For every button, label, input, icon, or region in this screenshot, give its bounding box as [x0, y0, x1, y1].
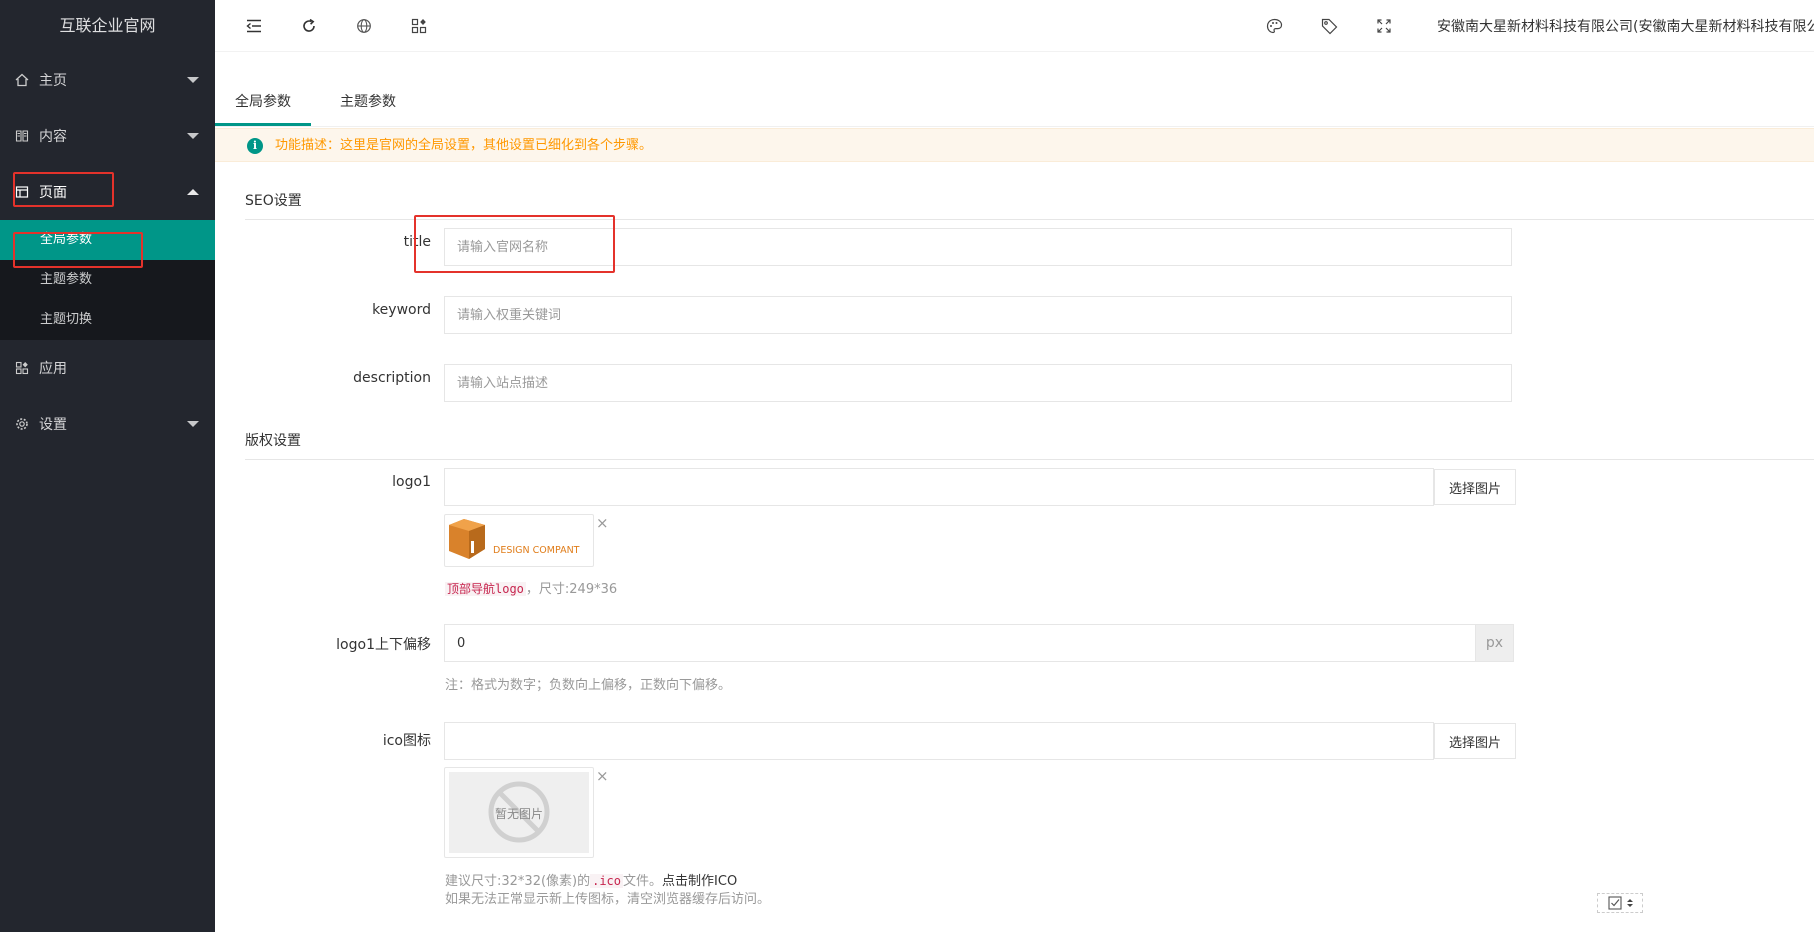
- title-input[interactable]: [444, 228, 1512, 266]
- home-icon: [15, 73, 29, 87]
- make-ico-link[interactable]: 点击制作ICO: [662, 874, 737, 889]
- no-image-placeholder-icon: 暂无图片: [449, 772, 589, 853]
- offset-hint: 注：格式为数字；负数向上偏移，正数向下偏移。: [445, 678, 732, 693]
- logo1-hint: 顶部导航logo ，尺寸:249*36: [445, 578, 617, 597]
- section-title-copyright: 版权设置: [245, 430, 1814, 460]
- company-name[interactable]: 安徽南大星新材料科技有限公司(安徽南大星新材料科技有限公司: [1437, 0, 1814, 52]
- ico-label: ico图标: [382, 733, 431, 749]
- ico-hint-code: .ico: [590, 874, 624, 888]
- sidebar-item-label: 页面: [39, 185, 67, 201]
- tab-global-params[interactable]: 全局参数: [215, 82, 311, 126]
- logo1-hint-size: ，尺寸:249*36: [525, 582, 618, 597]
- sidebar-item-label: 内容: [39, 129, 67, 145]
- refresh-icon[interactable]: [300, 17, 318, 35]
- sidebar-subitem-theme-switch[interactable]: 主题切换: [0, 300, 215, 340]
- palette-icon[interactable]: [1265, 17, 1283, 35]
- sidebar-item-label: 应用: [39, 361, 67, 377]
- globe-icon[interactable]: [355, 17, 373, 35]
- ico-remove-icon[interactable]: ×: [596, 769, 609, 784]
- logo1-preview: DESIGN COMPANT: [444, 514, 594, 567]
- sort-arrows-icon: [1626, 899, 1633, 907]
- notice-bar: i 功能描述：这里是官网的全局设置，其他设置已细化到各个步骤。: [215, 128, 1814, 162]
- logo1-offset-label: logo1上下偏移: [336, 637, 431, 653]
- ico-hint-line2: 如果无法正常显示新上传图标，清空浏览器缓存后访问。: [445, 892, 771, 907]
- chevron-down-icon: [187, 421, 199, 427]
- ico-hint-line1: 建议尺寸:32*32(像素)的 .ico 文件。点击制作ICO: [445, 870, 737, 889]
- logo1-path-input[interactable]: [444, 468, 1434, 506]
- page-icon: [15, 185, 29, 199]
- tab-bar: 全局参数 主题参数: [215, 82, 1814, 127]
- ico-path-input[interactable]: [444, 722, 1434, 760]
- edit-check-icon: [1607, 896, 1622, 910]
- apps-icon: [15, 361, 29, 375]
- svg-text:暂无图片: 暂无图片: [495, 807, 543, 821]
- sidebar-item-label: 设置: [39, 417, 67, 433]
- info-icon: i: [247, 138, 263, 154]
- sidebar-item-label: 主页: [39, 73, 67, 89]
- sidebar: 互联企业官网 主页 内容 页面 全局参数 主题参数 主题切换 应用 设置: [0, 0, 215, 932]
- sidebar-subitem-global-params[interactable]: 全局参数: [0, 220, 215, 260]
- sidebar-item-apps[interactable]: 应用: [0, 340, 215, 396]
- sidebar-item-page[interactable]: 页面: [0, 164, 215, 220]
- tag-icon[interactable]: [1320, 17, 1338, 35]
- logo1-hint-code: 顶部导航logo: [445, 582, 526, 596]
- keyword-input[interactable]: [444, 296, 1512, 334]
- offset-unit-suffix: px: [1476, 624, 1514, 662]
- sidebar-subitem-theme-params[interactable]: 主题参数: [0, 260, 215, 300]
- title-label: title: [403, 234, 431, 250]
- app-title: 互联企业官网: [59, 16, 156, 35]
- fullscreen-icon[interactable]: [1375, 17, 1393, 35]
- description-label: description: [353, 370, 431, 386]
- chevron-up-icon: [187, 189, 199, 195]
- logo1-remove-icon[interactable]: ×: [596, 516, 609, 531]
- ico-preview: 暂无图片: [444, 767, 594, 858]
- logo1-offset-input[interactable]: [444, 624, 1476, 662]
- gear-icon: [15, 417, 29, 431]
- ico-pick-image-button[interactable]: 选择图片: [1434, 723, 1516, 759]
- widgets-icon[interactable]: [410, 17, 428, 35]
- top-header: 安徽南大星新材料科技有限公司(安徽南大星新材料科技有限公司: [215, 0, 1814, 52]
- sidebar-item-content[interactable]: 内容: [0, 108, 215, 164]
- chevron-down-icon: [187, 77, 199, 83]
- description-input[interactable]: [444, 364, 1512, 402]
- chevron-down-icon: [187, 133, 199, 139]
- ico-hint-mid: 文件。: [623, 874, 663, 889]
- company-logo-image: DESIGN COMPANT: [449, 519, 580, 559]
- floating-tool-widget[interactable]: [1597, 893, 1643, 913]
- logo1-pick-image-button[interactable]: 选择图片: [1434, 469, 1516, 505]
- sidebar-submenu-page: 全局参数 主题参数 主题切换: [0, 220, 215, 340]
- collapse-menu-icon[interactable]: [245, 17, 263, 35]
- ico-hint-prefix: 建议尺寸:32*32(像素)的: [445, 874, 591, 889]
- keyword-label: keyword: [372, 302, 431, 318]
- tab-theme-params[interactable]: 主题参数: [334, 82, 402, 126]
- notice-text: 功能描述：这里是官网的全局设置，其他设置已细化到各个步骤。: [275, 138, 653, 153]
- sidebar-item-home[interactable]: 主页: [0, 52, 215, 108]
- svg-text:DESIGN COMPANT: DESIGN COMPANT: [493, 545, 580, 556]
- section-title-seo: SEO设置: [245, 190, 1814, 220]
- sidebar-item-settings[interactable]: 设置: [0, 396, 215, 452]
- content-icon: [15, 129, 29, 143]
- logo1-label: logo1: [392, 474, 431, 490]
